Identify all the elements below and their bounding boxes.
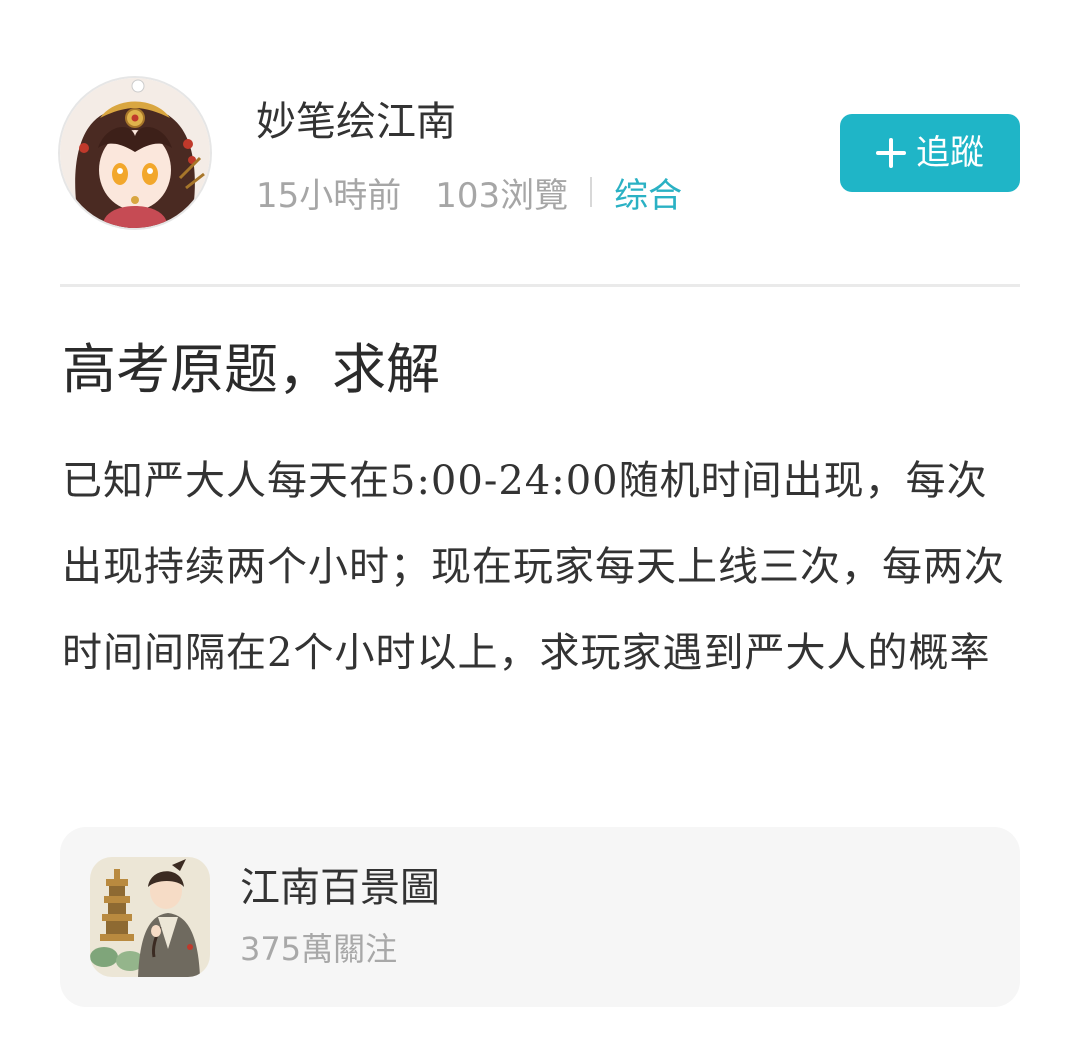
author-avatar[interactable] bbox=[60, 78, 210, 228]
header-divider bbox=[60, 284, 1020, 287]
meta-separator bbox=[590, 177, 593, 207]
game-card[interactable]: 江南百景圖 375萬關注 bbox=[60, 827, 1020, 1007]
game-name: 江南百景圖 bbox=[240, 865, 440, 911]
game-followers: 375萬關注 bbox=[240, 930, 398, 968]
post-body: 已知严大人每天在5:00-24:00随机时间出现，每次出现持续两个小时；现在玩家… bbox=[62, 458, 1005, 676]
follow-button[interactable]: 追蹤 bbox=[840, 114, 1020, 192]
category-link[interactable]: 综合 bbox=[614, 168, 682, 217]
follow-button-label: 追蹤 bbox=[916, 133, 984, 173]
plus-icon bbox=[876, 138, 906, 168]
post-time: 15小時前 bbox=[256, 175, 402, 216]
game-app-icon bbox=[90, 857, 210, 977]
post-title: 高考原题，求解 bbox=[62, 338, 440, 401]
anime-girl-avatar-icon bbox=[60, 78, 210, 228]
post-meta: 15小時前 103浏覽 综合 bbox=[256, 166, 682, 218]
game-icon bbox=[90, 857, 210, 977]
post-views: 103浏覽 bbox=[435, 175, 569, 216]
author-name[interactable]: 妙笔绘江南 bbox=[256, 96, 456, 148]
